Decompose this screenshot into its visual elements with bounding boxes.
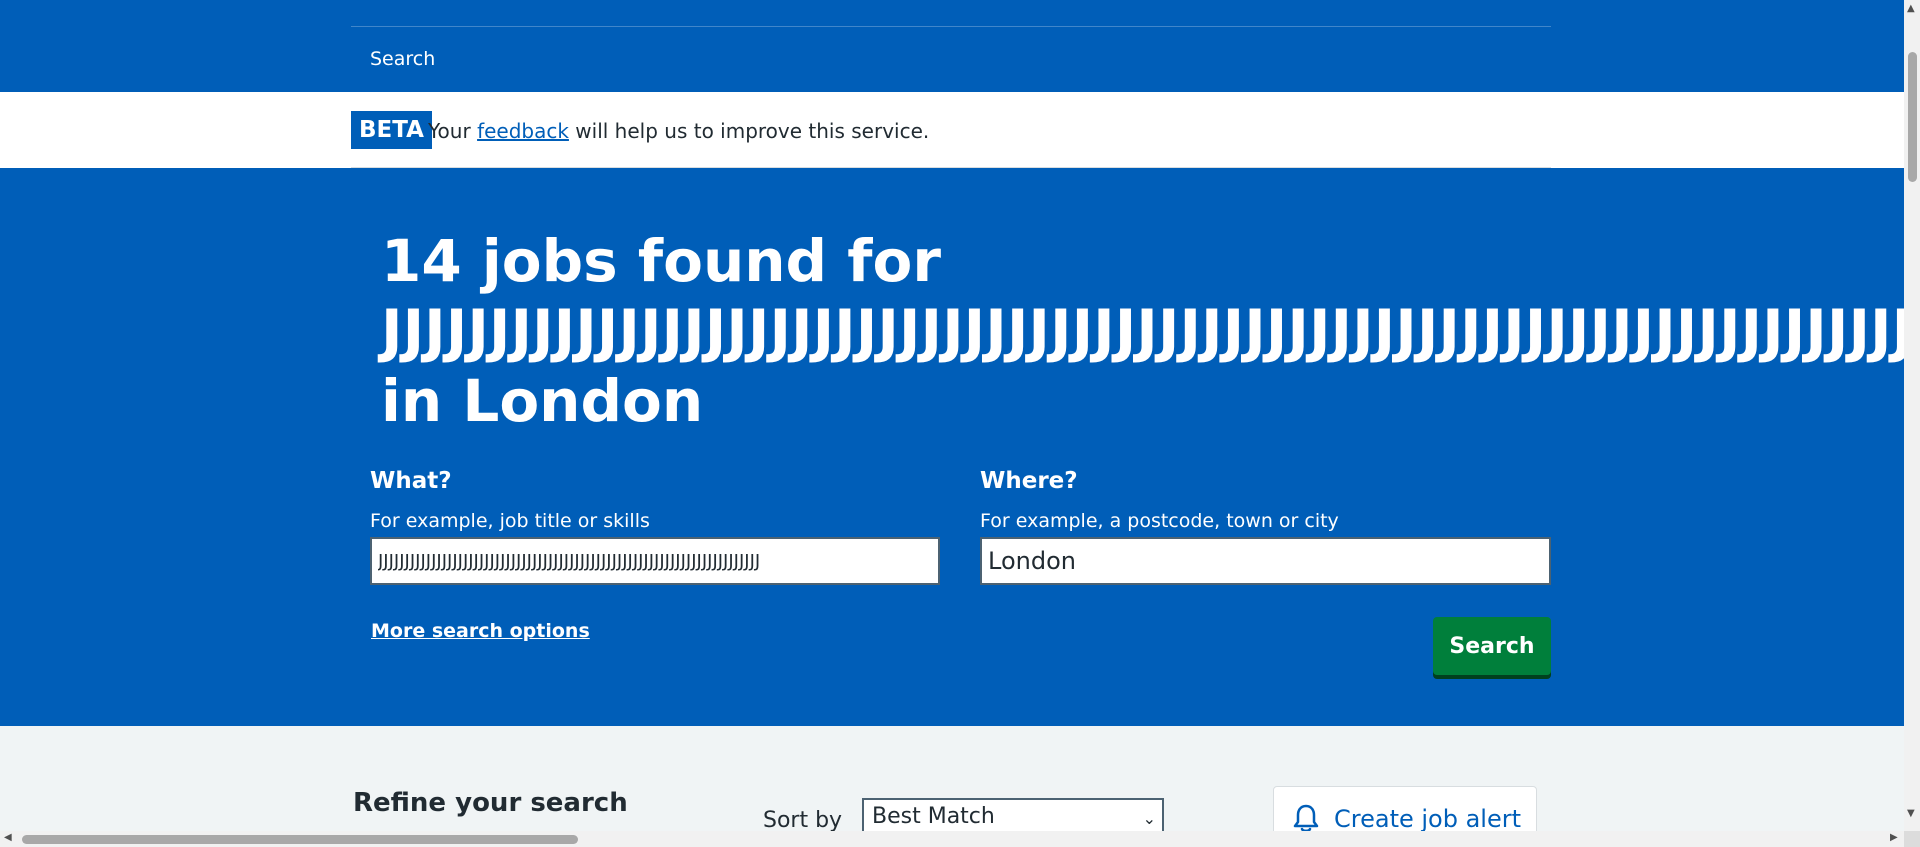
horizontal-scrollbar[interactable]: ◀ ▶ <box>0 831 1904 847</box>
beta-tag: BETA <box>351 111 432 149</box>
where-label: Where? <box>980 468 1078 494</box>
horizontal-scroll-thumb[interactable] <box>22 835 578 844</box>
results-heading-location: in London <box>381 367 704 435</box>
results-heading: 14 jobs found for JJJJJJJJJJJJJJJJJJJJJJ… <box>381 226 1904 436</box>
vertical-scrollbar[interactable]: ▲ ▼ <box>1904 0 1920 847</box>
page-viewport: Search BETA Your feedback will help us t… <box>0 0 1904 831</box>
what-label: What? <box>370 468 452 494</box>
beta-text-after: will help us to improve this service. <box>568 119 930 143</box>
header-divider <box>351 26 1551 27</box>
results-heading-keyword: JJJJJJJJJJJJJJJJJJJJJJJJJJJJJJJJJJJJJJJJ… <box>381 297 1904 365</box>
sort-label: Sort by <box>763 808 843 831</box>
results-heading-line1: 14 jobs found for <box>381 227 941 295</box>
more-search-options-link[interactable]: More search options <box>371 620 590 642</box>
search-button[interactable]: Search <box>1433 617 1551 675</box>
beta-message: Your feedback will help us to improve th… <box>428 119 929 143</box>
site-header: Search <box>0 0 1904 92</box>
scroll-left-icon[interactable]: ◀ <box>4 832 12 843</box>
create-job-alert-label: Create job alert <box>1334 805 1522 831</box>
scrollbar-corner <box>1904 831 1920 847</box>
results-toolbar: Refine your search Sort by Best Match ⌄ … <box>0 726 1904 831</box>
vertical-scroll-thumb[interactable] <box>1908 52 1917 182</box>
beta-banner: BETA Your feedback will help us to impro… <box>0 92 1904 168</box>
sort-selected-value: Best Match <box>872 804 995 829</box>
feedback-link[interactable]: feedback <box>477 119 569 143</box>
chevron-down-icon: ⌄ <box>1142 809 1156 828</box>
what-input[interactable] <box>370 537 940 585</box>
scroll-down-icon[interactable]: ▼ <box>1907 808 1915 819</box>
where-hint: For example, a postcode, town or city <box>980 510 1339 532</box>
nav-search-link[interactable]: Search <box>370 48 435 70</box>
bell-icon <box>1292 803 1320 831</box>
refine-heading: Refine your search <box>353 788 628 818</box>
where-input[interactable] <box>980 537 1551 585</box>
search-hero: 14 jobs found for JJJJJJJJJJJJJJJJJJJJJJ… <box>0 168 1904 726</box>
beta-text-before: Your <box>428 119 478 143</box>
scroll-up-icon[interactable]: ▲ <box>1907 3 1915 14</box>
what-hint: For example, job title or skills <box>370 510 650 532</box>
sort-select[interactable]: Best Match ⌄ <box>862 798 1164 831</box>
scroll-right-icon[interactable]: ▶ <box>1890 832 1898 843</box>
create-job-alert-button[interactable]: Create job alert <box>1273 786 1537 831</box>
